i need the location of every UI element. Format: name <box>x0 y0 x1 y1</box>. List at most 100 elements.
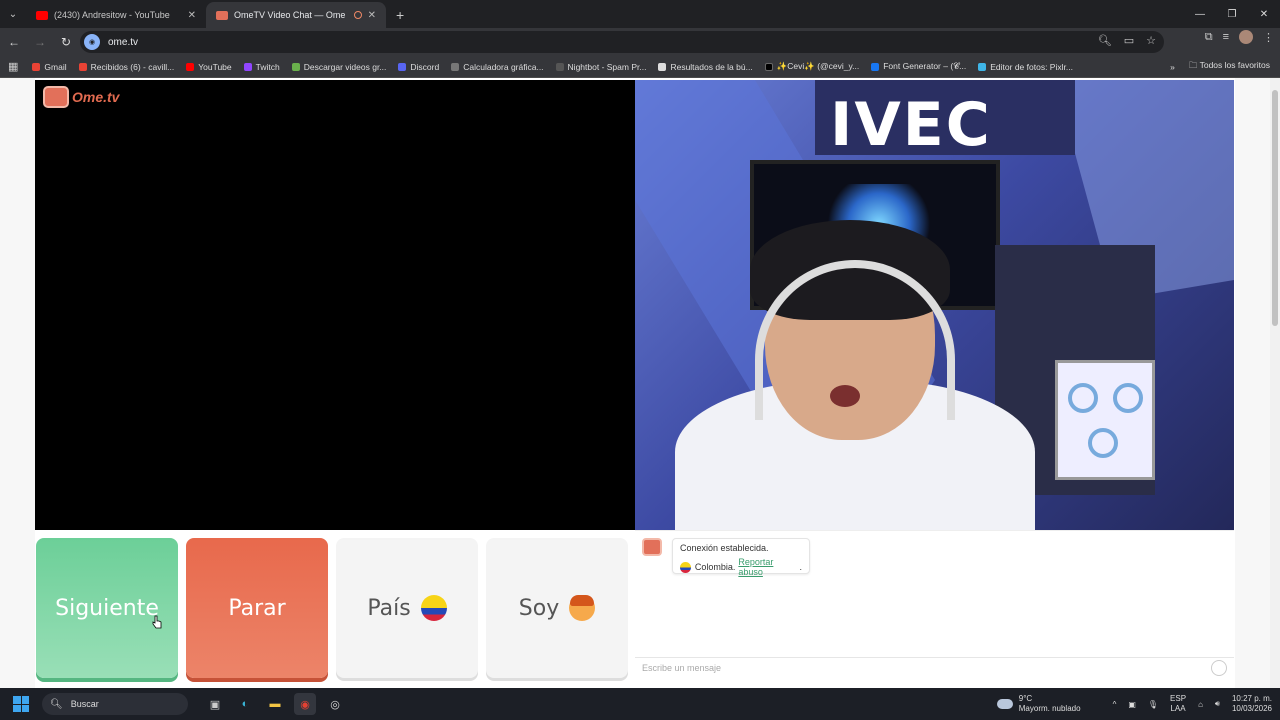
gender-button[interactable]: Soy <box>486 538 628 678</box>
lang-layout: LAA <box>1170 704 1186 713</box>
address-bar[interactable]: ◉ ome.tv 🔍︎ ▭ ☆ <box>80 31 1164 53</box>
tray-app-icon[interactable]: ▣ <box>1128 700 1136 709</box>
obs-icon[interactable]: ◎ <box>324 693 346 715</box>
bookmark-resultados[interactable]: Resultados de la bú... <box>658 61 753 72</box>
search-icon: 🔍︎ <box>50 698 63 710</box>
windows-taskbar: 🔍︎ Buscar ▣ ◐ ▬ ◉ ◎ 9°C Mayorm. nublado … <box>0 688 1280 720</box>
country-filter-button[interactable]: País <box>336 538 478 678</box>
zoom-icon[interactable]: 🔍︎ <box>1098 34 1112 47</box>
weather-desc: Mayorm. nublado <box>1018 704 1081 713</box>
volume-icon[interactable]: 🔊︎ <box>1215 699 1220 709</box>
report-abuse-link[interactable]: Reportar abuso <box>738 557 799 577</box>
clock-time: 10:27 p. m. <box>1231 694 1272 703</box>
system-tray: 9°C Mayorm. nublado ^ ▣ 🎙︎ ESP LAA ⌂ 🔊︎ … <box>996 688 1272 720</box>
tab-ometv[interactable]: OmeTV Video Chat — Ome ✕ <box>206 2 386 28</box>
message-input[interactable]: Escribe un mensaje <box>635 657 1234 679</box>
network-icon[interactable]: ⌂ <box>1198 700 1203 709</box>
colombia-flag-icon <box>420 595 447 621</box>
colombia-flag-icon <box>680 561 691 573</box>
pixlr-icon <box>978 62 987 71</box>
cast-icon[interactable]: ▭ <box>1124 34 1134 47</box>
tray-overflow-chevron-icon[interactable]: ^ <box>1113 700 1117 709</box>
bookmark-twitch[interactable]: Twitch <box>243 62 280 72</box>
taskbar-search[interactable]: 🔍︎ Buscar <box>42 693 188 715</box>
left-gutter <box>0 78 35 688</box>
ometv-favicon-icon <box>216 10 228 20</box>
cloud-icon <box>996 699 1013 709</box>
edge-icon[interactable]: ◐ <box>234 693 256 715</box>
desmos-icon <box>451 62 460 71</box>
minimize-icon[interactable]: — <box>1184 0 1216 28</box>
bookmark-discord[interactable]: Discord <box>398 62 439 72</box>
bookmark-gmail[interactable]: Gmail <box>32 62 67 72</box>
recording-indicator-icon <box>353 11 362 19</box>
close-tab-icon[interactable]: ✕ <box>188 10 196 21</box>
all-bookmarks-folder[interactable]: 🗀 Todos los favoritos <box>1189 60 1270 74</box>
next-button[interactable]: Siguiente <box>36 538 178 678</box>
bookmark-label: ✨Cevi✨ (@cevi_y... <box>776 61 860 71</box>
page-scrollbar[interactable] <box>1270 78 1280 688</box>
bookmark-recibidos[interactable]: Recibidos (6) - cavill... <box>78 61 175 72</box>
bookmark-pixlr[interactable]: Editor de fotos: Pixlr... <box>978 62 1073 72</box>
clock-date: 10/03/2026 <box>1231 704 1272 713</box>
country-button-label: País <box>367 595 411 621</box>
extensions-icon[interactable]: ⧉ <box>1205 31 1213 44</box>
task-view-icon[interactable]: ▣ <box>204 693 226 715</box>
boy-face-icon <box>569 595 596 621</box>
download-icon <box>291 62 300 71</box>
case-fan <box>1088 428 1118 458</box>
bookmark-calculadora[interactable]: Calculadora gráfica... <box>451 62 544 72</box>
language-indicator[interactable]: ESP LAA <box>1170 694 1186 714</box>
apps-grid-icon[interactable]: ▦ <box>8 60 18 73</box>
logo-text: Ome.tv <box>72 89 120 105</box>
browser-toolbar: ← → ↻ ◉ ome.tv 🔍︎ ▭ ☆ ⧉ ≡ ⋮ <box>0 28 1280 56</box>
forward-arrow-icon[interactable]: → <box>28 30 52 54</box>
back-arrow-icon[interactable]: ← <box>2 30 26 54</box>
mouse-pointer-hand-icon <box>152 615 162 629</box>
bookmark-descargar[interactable]: Descargar videos gr... <box>291 62 386 72</box>
tv-logo-icon <box>43 86 69 108</box>
tab-title: (2430) Andresitow - YouTube <box>54 10 170 20</box>
close-window-icon[interactable]: ✕ <box>1248 0 1280 28</box>
search-label: Buscar <box>70 699 99 709</box>
emoji-icon[interactable] <box>1211 660 1227 676</box>
tab-search-chevron-icon[interactable]: ⌄ <box>0 0 26 28</box>
bookmark-label: Nightbot - Spam Pr... <box>567 61 647 72</box>
new-tab-button[interactable]: + <box>386 2 414 28</box>
bookmark-nightbot[interactable]: Nightbot - Spam Pr... <box>555 61 647 72</box>
scrollbar-thumb[interactable] <box>1272 90 1278 326</box>
document-icon <box>658 62 667 71</box>
menu-kebab-icon[interactable]: ⋮ <box>1263 31 1274 44</box>
bookmark-font-generator[interactable]: Font Generator – (𝓒... <box>871 61 966 72</box>
right-gutter <box>1235 78 1270 688</box>
site-info-icon[interactable]: ◉ <box>84 34 100 50</box>
bookmark-youtube[interactable]: YouTube <box>186 62 232 72</box>
stop-button[interactable]: Parar <box>186 538 328 678</box>
connection-status-text: Conexión establecida. <box>680 543 769 553</box>
bookmark-label: Resultados de la bú... <box>670 61 753 72</box>
restore-icon[interactable]: ❐ <box>1216 0 1248 28</box>
profile-avatar[interactable] <box>1239 30 1253 44</box>
file-explorer-icon[interactable]: ▬ <box>264 693 286 715</box>
reload-icon[interactable]: ↻ <box>54 30 78 54</box>
chrome-icon[interactable]: ◉ <box>294 693 316 715</box>
case-fan <box>1113 383 1143 413</box>
facebook-icon <box>871 62 880 71</box>
bookmark-label: Recibidos (6) - cavill... <box>90 61 175 72</box>
bookmark-star-icon[interactable]: ☆ <box>1146 34 1156 47</box>
window-controls: — ❐ ✕ <box>1184 0 1280 28</box>
more-bookmarks-chevron-icon[interactable]: » <box>1170 62 1175 72</box>
page-content: Ome.tv IVEC Siguiente Parar País Soy Con… <box>0 78 1280 688</box>
weather-widget[interactable]: 9°C Mayorm. nublado <box>996 694 1081 714</box>
discord-icon <box>398 62 407 71</box>
windows-start-icon[interactable] <box>13 696 29 712</box>
tab-youtube[interactable]: (2430) Andresitow - YouTube ✕ <box>26 2 206 28</box>
chat-panel: Conexión establecida. Colombia. Reportar… <box>635 530 1234 679</box>
microphone-icon[interactable]: 🎙︎ <box>1148 700 1158 709</box>
close-tab-icon[interactable]: ✕ <box>368 10 376 21</box>
clock[interactable]: 10:27 p. m. 10/03/2026 <box>1232 694 1272 714</box>
wall-sign: IVEC <box>830 90 992 160</box>
bookmark-tiktok[interactable]: ✨Cevi✨ (@cevi_y... <box>764 61 860 72</box>
gmail-icon <box>32 62 41 71</box>
media-controls-icon[interactable]: ≡ <box>1223 31 1229 43</box>
